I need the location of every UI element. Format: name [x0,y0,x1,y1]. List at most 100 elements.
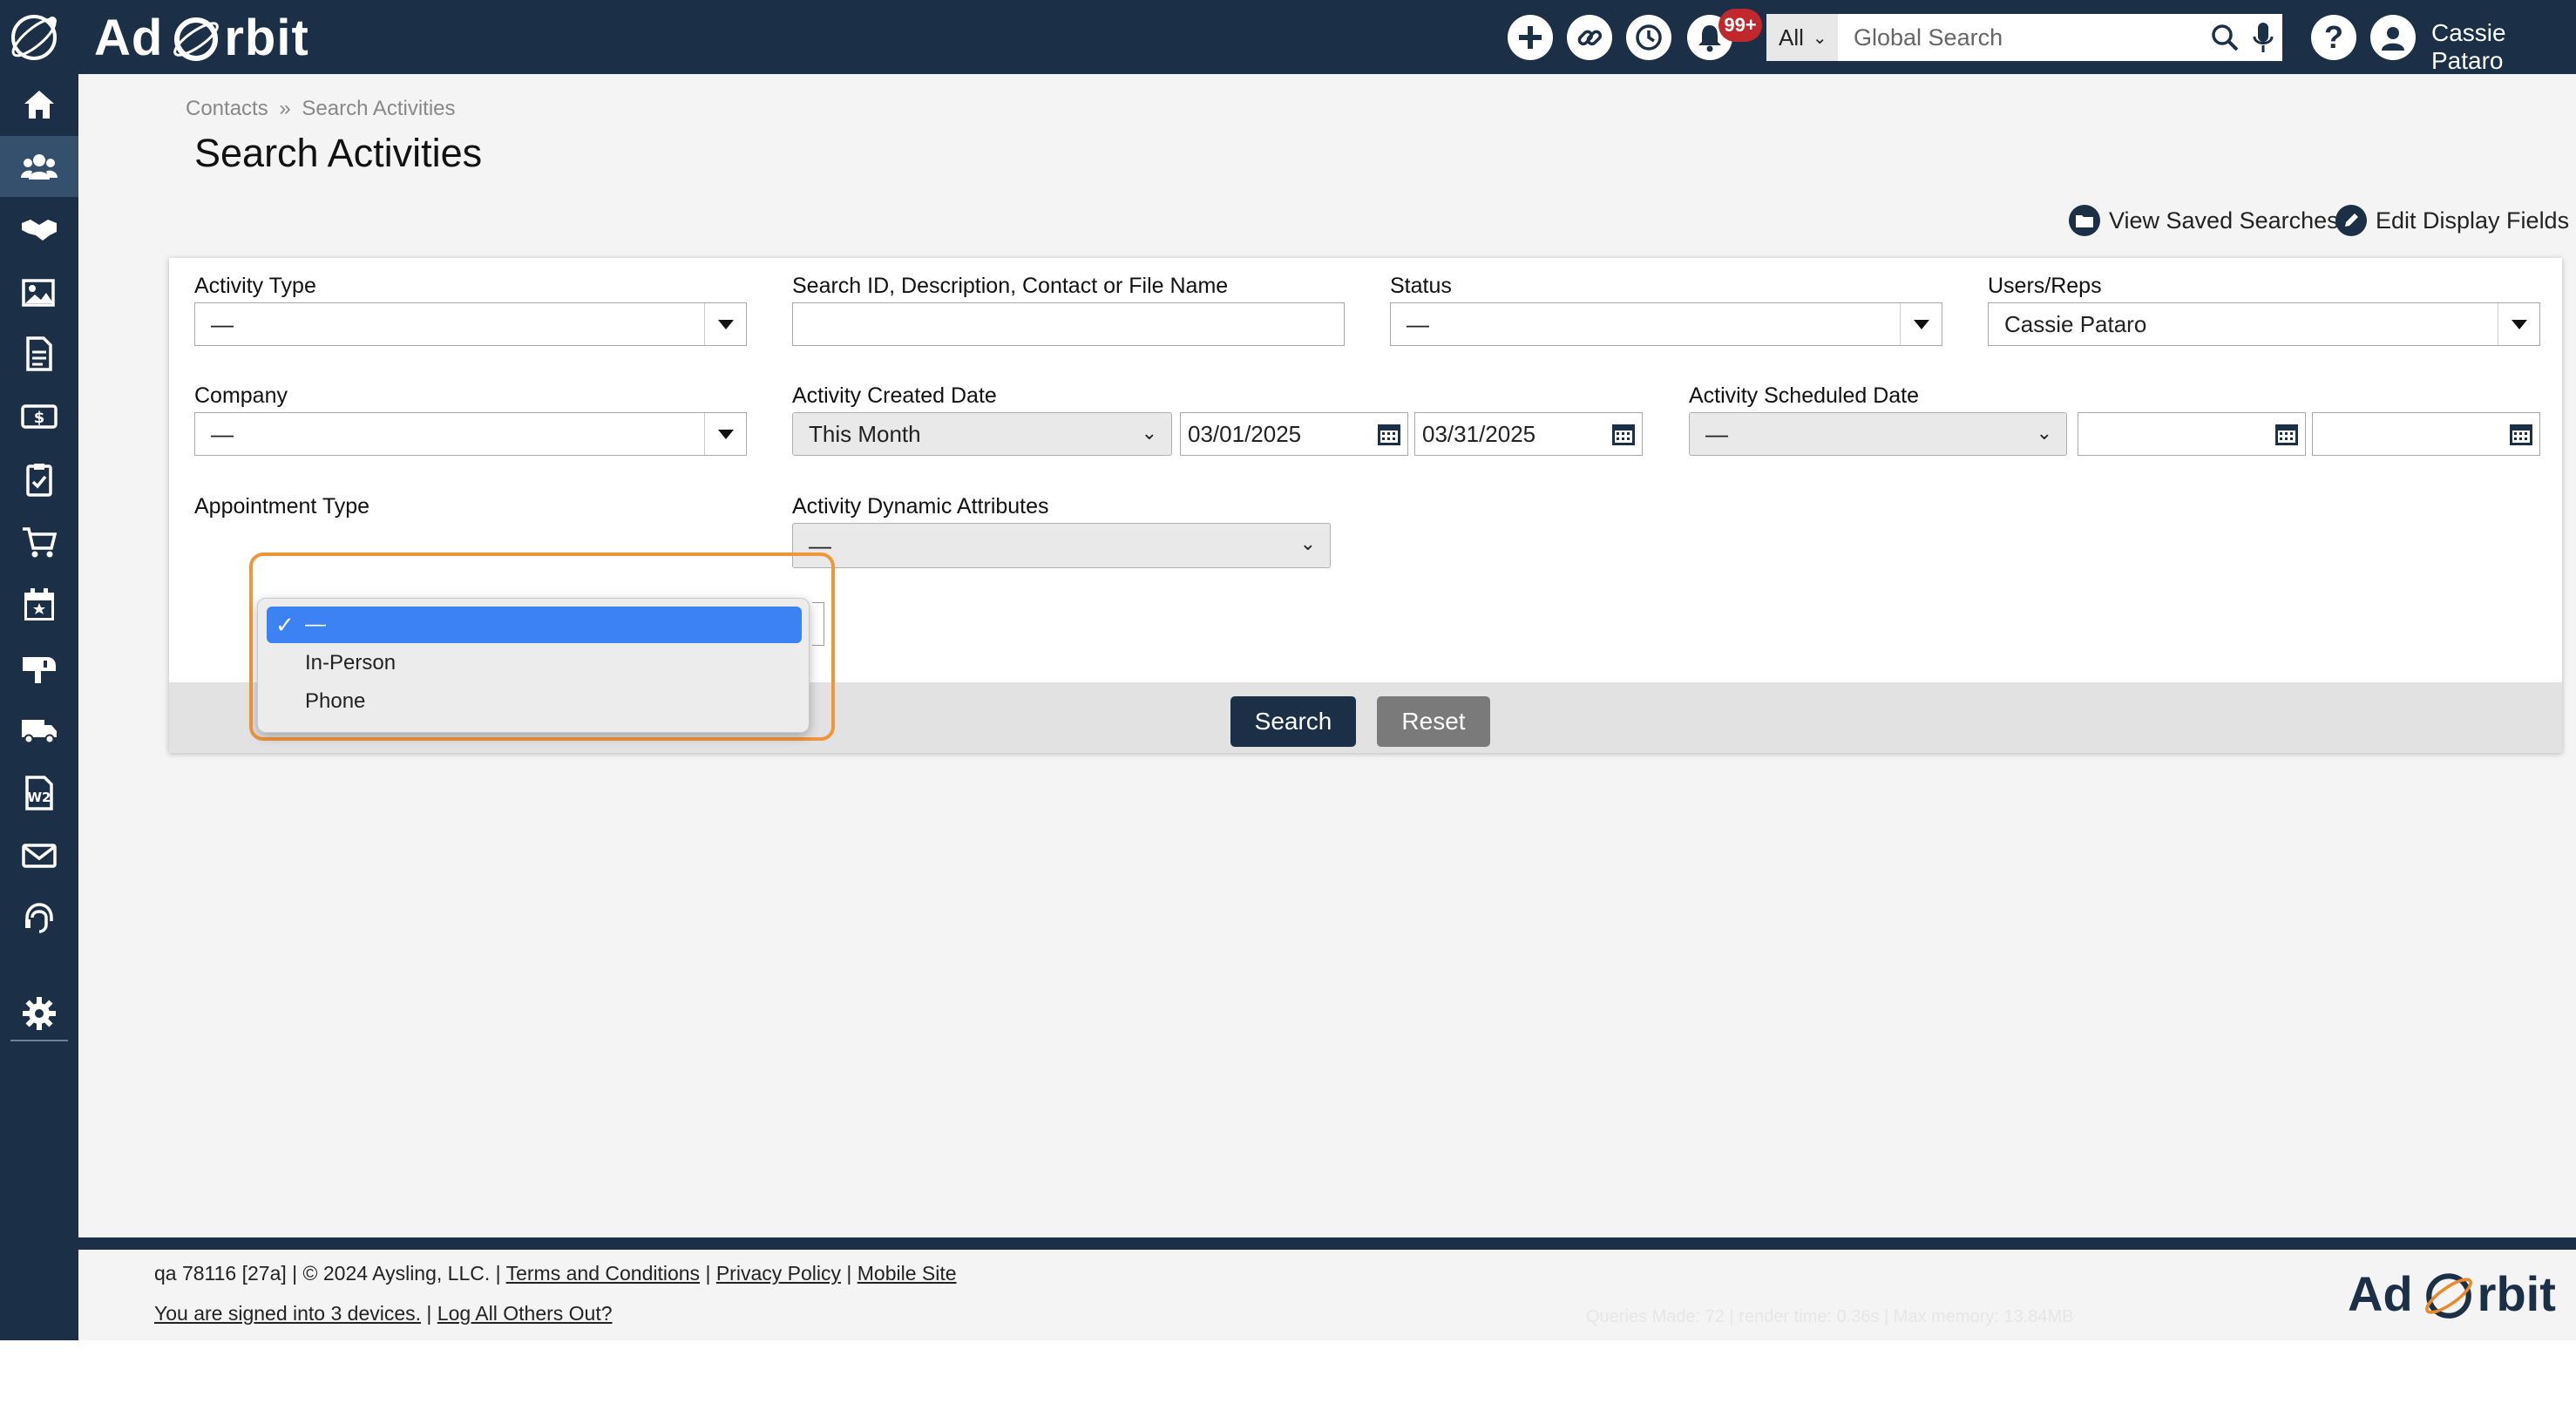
checkmark-icon: ✓ [275,612,295,638]
company-value: — [211,420,234,447]
breadcrumb-contacts-link[interactable]: Contacts [186,97,268,120]
version-text: qa 78116 [27a] [154,1262,287,1285]
debug-stats-text: Queries Made: 72 | render time: 0.36s | … [1586,1307,2074,1326]
footer-brand-rbit: rbit [2477,1266,2556,1321]
envelope-icon [22,844,57,868]
calendar-icon[interactable] [1610,421,1637,447]
sidebar-item-email[interactable] [0,825,78,886]
footer-divider-bar [78,1237,2576,1250]
sidebar-item-media[interactable] [0,261,78,322]
help-icon[interactable]: ? [2311,15,2356,60]
history-icon[interactable] [1626,15,1671,60]
sidebar: $ W2 ⌄ [0,74,78,1416]
search-button[interactable]: Search [1230,696,1356,747]
chevron-down-icon: ⌄ [1141,422,1157,444]
caret-down-icon [704,413,746,455]
orbit-o-icon [2424,1272,2472,1319]
view-saved-searches-label: View Saved Searches [2109,207,2339,234]
user-avatar-icon[interactable] [2370,15,2416,60]
notification-badge[interactable]: 99+ [1718,9,1762,42]
search-id-input[interactable] [792,302,1345,346]
footer-pipe: | [846,1262,852,1285]
home-icon [24,91,54,119]
created-date-from-input[interactable] [1180,412,1408,456]
appointment-option-phone[interactable]: Phone [267,683,802,720]
calendar-icon[interactable] [1376,421,1402,447]
link-icon[interactable] [1567,15,1612,60]
appointment-type-dropdown: ✓ — In-Person Phone [257,598,810,733]
appointment-option-in-person[interactable]: In-Person [267,645,802,681]
status-label: Status [1390,274,1452,298]
brand-rbit: rbit [224,9,309,66]
search-scope-value: All [1779,24,1804,51]
reset-button[interactable]: Reset [1377,696,1490,747]
sidebar-item-contacts[interactable] [0,136,78,197]
sidebar-item-mail[interactable] [0,637,78,698]
top-bar: Ad rbit 99+ All ⌄ ? Cassie Pataro [0,0,2576,74]
search-scope-select[interactable]: All ⌄ [1766,14,1838,61]
folder-icon [2069,205,2100,236]
sidebar-item-invoices[interactable] [0,323,78,384]
calendar-icon[interactable] [2274,421,2300,447]
caret-down-icon [704,303,746,345]
chevron-down-icon: ⌄ [1812,28,1827,48]
edit-display-fields-link[interactable]: Edit Display Fields [2335,205,2569,236]
calendar-icon[interactable] [2508,421,2534,447]
footer: qa 78116 [27a] | © 2024 Aysling, LLC. | … [78,1250,2576,1340]
scheduled-date-from-input[interactable] [2078,412,2306,456]
footer-line-2: You are signed into 3 devices. | Log All… [154,1302,613,1325]
money-icon: $ [21,404,58,429]
created-date-range-select[interactable]: This Month ⌄ [792,412,1172,456]
image-icon [22,279,55,307]
cart-icon [23,527,58,558]
invoice-icon [26,336,52,371]
sidebar-item-home[interactable] [0,74,78,135]
chevron-down-icon: ⌄ [1299,532,1316,554]
status-value: — [1407,310,1429,337]
sidebar-item-finance[interactable]: $ [0,386,78,447]
mobile-site-link[interactable]: Mobile Site [858,1262,957,1285]
view-saved-searches-link[interactable]: View Saved Searches [2069,205,2339,236]
sidebar-item-orders[interactable] [0,512,78,573]
scheduled-date-range-select[interactable]: — ⌄ [1689,412,2067,456]
w2-icon: W2 [25,776,53,810]
users-reps-select[interactable]: Cassie Pataro [1988,302,2540,346]
footer-pipe: | [705,1262,711,1285]
privacy-link[interactable]: Privacy Policy [716,1262,841,1285]
microphone-icon[interactable] [2252,21,2274,54]
sidebar-item-settings[interactable] [0,983,78,1044]
page-title: Search Activities [194,131,483,175]
status-select[interactable]: — [1390,302,1942,346]
log-others-out-link[interactable]: Log All Others Out? [437,1302,613,1325]
handshake-icon [22,220,57,241]
sidebar-item-delivery[interactable] [0,700,78,761]
sidebar-expand-chevron-icon[interactable]: ⌄ [30,1392,47,1417]
sidebar-item-tasks[interactable] [0,449,78,510]
orbit-o-icon [173,17,220,61]
sidebar-item-support[interactable] [0,888,78,949]
devices-link[interactable]: You are signed into 3 devices. [154,1302,421,1325]
dynamic-attributes-select[interactable]: — ⌄ [792,523,1331,568]
footer-logo: Ad rbit [2348,1265,2556,1322]
company-select[interactable]: — [194,412,747,456]
user-name[interactable]: Cassie Pataro [2431,19,2576,75]
appointment-type-label: Appointment Type [194,494,370,519]
scheduled-date-to-input[interactable] [2312,412,2540,456]
headset-icon [25,903,53,933]
chevron-down-icon: ⌄ [2036,422,2052,444]
add-icon[interactable] [1508,15,1553,60]
copyright-text: | © 2024 Aysling, LLC. | [292,1262,501,1285]
caret-down-icon [2498,303,2539,345]
appointment-option-none[interactable]: ✓ — [267,607,802,643]
sidebar-item-deals[interactable] [0,199,78,260]
sidebar-item-w2[interactable]: W2 [0,763,78,824]
app-logo-icon[interactable] [7,10,61,64]
mailbox-icon [23,657,56,683]
created-date-to-input[interactable] [1414,412,1643,456]
brand-wordmark[interactable]: Ad rbit [94,7,309,68]
terms-link[interactable]: Terms and Conditions [506,1262,700,1285]
activity-type-select[interactable]: — [194,302,747,346]
sidebar-item-calendar[interactable] [0,574,78,635]
pencil-icon [2335,205,2367,236]
search-icon[interactable] [2210,23,2240,52]
